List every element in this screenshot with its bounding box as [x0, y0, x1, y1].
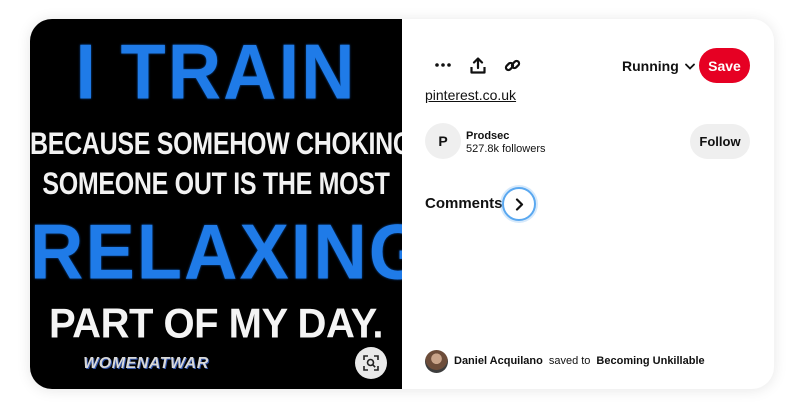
pin-details-panel: Running Save pinterest.co.uk P Prodsec 5…: [402, 19, 774, 389]
creator-name[interactable]: Prodsec: [466, 130, 509, 142]
pin-card: I TRAIN BECAUSE SOMEHOW CHOKING SOMEONE …: [30, 19, 774, 389]
chevron-right-icon: [515, 197, 523, 211]
chevron-down-icon: [684, 63, 695, 70]
creator-followers: 527.8k followers: [466, 143, 546, 155]
pin-text-line-3: PART OF MY DAY.: [48, 300, 384, 348]
more-options-icon[interactable]: [429, 51, 457, 79]
pin-headline-top: I TRAIN: [75, 27, 357, 116]
saved-board-name[interactable]: Becoming Unkillable: [596, 355, 704, 367]
saved-by-row: Daniel Acquilano saved to Becoming Unkil…: [425, 349, 705, 373]
saver-avatar[interactable]: [425, 349, 448, 373]
comments-title: Comments: [425, 195, 503, 212]
pin-text-line-1: BECAUSE SOMEHOW CHOKING: [30, 126, 402, 162]
visual-search-icon[interactable]: [355, 347, 387, 379]
saver-name[interactable]: Daniel Acquilano: [454, 355, 543, 367]
creator-avatar[interactable]: P: [425, 123, 461, 159]
comments-expand-button[interactable]: [502, 187, 536, 221]
saved-to-text: saved to: [548, 355, 591, 367]
board-selector[interactable]: Running: [622, 56, 695, 76]
link-icon[interactable]: [498, 51, 526, 79]
pin-headline-mid: RELAXING: [30, 207, 402, 296]
share-icon[interactable]: [464, 51, 492, 79]
follow-button[interactable]: Follow: [690, 124, 750, 159]
pin-text-line-2: SOMEONE OUT IS THE MOST: [42, 166, 390, 202]
save-button[interactable]: Save: [699, 48, 750, 83]
pin-watermark: WOMENATWAR: [83, 355, 209, 372]
pin-image[interactable]: I TRAIN BECAUSE SOMEHOW CHOKING SOMEONE …: [30, 19, 402, 389]
source-link[interactable]: pinterest.co.uk: [425, 87, 516, 103]
board-name: Running: [622, 58, 679, 74]
